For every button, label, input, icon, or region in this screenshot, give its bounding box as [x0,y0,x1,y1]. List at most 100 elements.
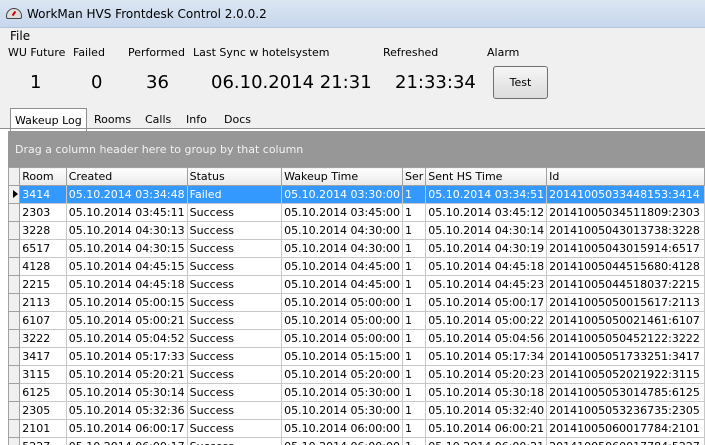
group-by-panel[interactable]: Drag a column header here to group by th… [8,131,705,167]
cell-wakeup-time[interactable]: 05.10.2014 05:00:00 [281,311,403,330]
cell-wakeup-time[interactable]: 05.10.2014 05:30:00 [281,401,403,420]
cell-id[interactable]: 20141005050015617:2113 [546,293,705,312]
row-indicator[interactable] [8,311,21,330]
column-header-room[interactable]: Room [19,167,67,186]
cell-room[interactable]: 6125 [19,383,67,402]
cell-wakeup-time[interactable]: 05.10.2014 04:30:00 [281,221,403,240]
cell-room[interactable]: 3222 [19,329,67,348]
cell-room[interactable]: 3115 [19,365,67,384]
row-indicator[interactable] [8,293,21,312]
table-row[interactable]: 3414 05.10.2014 03:34:48 Failed 05.10.2014 … [8,185,705,204]
cell-sent-hs-time[interactable]: 05.10.2014 05:00:17 [425,293,548,312]
test-alarm-button[interactable]: Test [493,66,548,99]
cell-sent-hs-time[interactable]: 05.10.2014 05:30:18 [425,383,548,402]
cell-created[interactable]: 05.10.2014 04:30:15 [65,239,188,258]
cell-ser[interactable]: 1 [401,383,427,402]
cell-id[interactable]: 20141005053236735:2305 [546,401,705,420]
row-indicator[interactable] [8,347,21,366]
cell-status[interactable]: Success [186,419,283,438]
row-indicator[interactable] [8,239,21,258]
cell-room[interactable]: 2113 [19,293,67,312]
column-header-id[interactable]: Id [546,167,705,186]
cell-id[interactable]: 20141005050452122:3222 [546,329,705,348]
cell-status[interactable]: Success [186,329,283,348]
cell-created[interactable]: 05.10.2014 05:00:15 [65,293,188,312]
cell-sent-hs-time[interactable]: 05.10.2014 06:00:21 [425,419,548,438]
cell-wakeup-time[interactable]: 05.10.2014 03:45:00 [281,203,403,222]
column-header-status[interactable]: Status [186,167,283,186]
cell-sent-hs-time[interactable]: 05.10.2014 04:45:23 [425,275,548,294]
row-indicator[interactable] [8,203,21,222]
cell-id[interactable]: 20141005043015914:6517 [546,239,705,258]
cell-created[interactable]: 05.10.2014 03:45:11 [65,203,188,222]
cell-status[interactable]: Success [186,311,283,330]
row-indicator[interactable] [8,185,21,204]
cell-created[interactable]: 05.10.2014 05:00:21 [65,311,188,330]
cell-ser[interactable]: 1 [401,401,427,420]
cell-room[interactable]: 6517 [19,239,67,258]
cell-ser[interactable]: 1 [401,221,427,240]
cell-id[interactable]: 20141005060017784:2101 [546,419,705,438]
row-indicator[interactable] [8,437,21,445]
cell-ser[interactable]: 1 [401,239,427,258]
cell-sent-hs-time[interactable]: 05.10.2014 04:45:18 [425,257,548,276]
cell-status[interactable]: Success [186,257,283,276]
cell-wakeup-time[interactable]: 05.10.2014 05:20:00 [281,365,403,384]
cell-created[interactable]: 05.10.2014 04:30:13 [65,221,188,240]
cell-wakeup-time[interactable]: 05.10.2014 06:00:00 [281,419,403,438]
table-row[interactable]: 2113 05.10.2014 05:00:15 Success 05.10.2014… [8,293,705,312]
table-row[interactable]: 3222 05.10.2014 05:04:52 Success 05.10.2014… [8,329,705,348]
cell-ser[interactable]: 1 [401,347,427,366]
row-indicator[interactable] [8,401,21,420]
cell-sent-hs-time[interactable]: 05.10.2014 05:17:34 [425,347,548,366]
cell-ser[interactable]: 1 [401,203,427,222]
cell-created[interactable]: 05.10.2014 03:34:48 [65,185,188,204]
cell-ser[interactable]: 1 [401,329,427,348]
row-indicator[interactable] [8,221,21,240]
cell-status[interactable]: Success [186,275,283,294]
cell-status[interactable]: Success [186,401,283,420]
table-row[interactable]: 3115 05.10.2014 05:20:21 Success 05.10.2014… [8,365,705,384]
table-row[interactable]: 522705.10.2014 06:00:17Success05.10.2014… [8,437,705,445]
cell-wakeup-time[interactable]: 05.10.2014 03:30:00 [281,185,403,204]
table-row[interactable]: 2303 05.10.2014 03:45:11 Success 05.10.2014… [8,203,705,222]
cell-created[interactable]: 05.10.2014 04:45:18 [65,275,188,294]
column-header-ser[interactable]: Ser [401,167,427,186]
cell-status[interactable]: Success [186,221,283,240]
cell-created[interactable]: 05.10.2014 05:17:33 [65,347,188,366]
cell-status[interactable]: Success [186,365,283,384]
cell-ser[interactable]: 1 [401,275,427,294]
cell-id[interactable]: 20141005033448153:3414 [546,185,705,204]
cell-id[interactable]: 20141005043013738:3228 [546,221,705,240]
cell-status[interactable]: Failed [186,185,283,204]
table-row[interactable]: 2305 05.10.2014 05:32:36 Success 05.10.2014… [8,401,705,420]
cell-room[interactable]: 3414 [19,185,67,204]
cell-sent-hs-time[interactable]: 05.10.2014 03:34:51 [425,185,548,204]
cell-created[interactable]: 05.10.2014 06:00:17 [65,419,188,438]
cell-created[interactable]: 05.10.2014 04:45:15 [65,257,188,276]
cell-sent-hs-time[interactable]: 05.10.2014 04:30:14 [425,221,548,240]
cell-id[interactable]: 20141005044518037:2215 [546,275,705,294]
cell-ser[interactable]: 1 [401,185,427,204]
cell-id[interactable]: 20141005044515680:4128 [546,257,705,276]
row-indicator[interactable] [8,329,21,348]
row-indicator[interactable] [8,257,21,276]
cell-ser[interactable]: 1 [401,257,427,276]
cell-id[interactable]: 20141005034511809:2303 [546,203,705,222]
cell-created[interactable]: 05.10.2014 05:32:36 [65,401,188,420]
table-row[interactable]: 6107 05.10.2014 05:00:21 Success 05.10.2014… [8,311,705,330]
cell-sent-hs-time[interactable]: 05.10.2014 04:30:19 [425,239,548,258]
cell-sent-hs-time[interactable]: 05.10.2014 05:20:23 [425,365,548,384]
column-header-sent-hs-time[interactable]: Sent HS Time [425,167,548,186]
cell-wakeup-time[interactable]: 05.10.2014 05:00:00 [281,293,403,312]
cell-wakeup-time[interactable]: 05.10.2014 06:00:00 [281,437,403,445]
table-row[interactable]: 3417 05.10.2014 05:17:33 Success 05.10.2014… [8,347,705,366]
column-header-created[interactable]: Created [65,167,188,186]
cell-room[interactable]: 2215 [19,275,67,294]
table-row[interactable]: 2101 05.10.2014 06:00:17 Success 05.10.2014… [8,419,705,438]
cell-wakeup-time[interactable]: 05.10.2014 05:30:00 [281,383,403,402]
menu-file[interactable]: File [10,29,30,43]
cell-status[interactable]: Success [186,347,283,366]
cell-status[interactable]: Success [186,383,283,402]
cell-wakeup-time[interactable]: 05.10.2014 04:45:00 [281,257,403,276]
